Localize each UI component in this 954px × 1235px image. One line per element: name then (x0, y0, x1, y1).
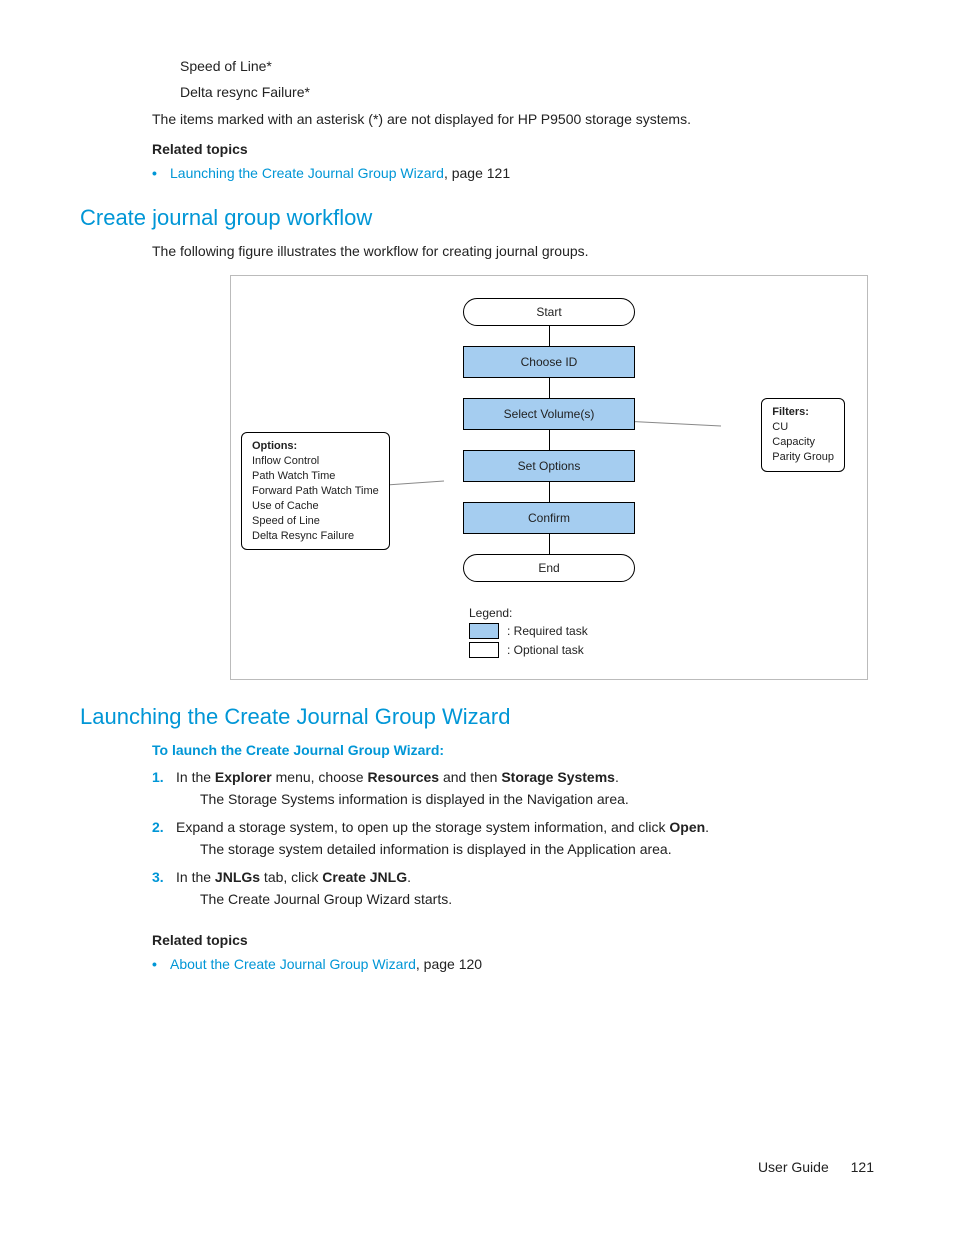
step-sub-text: The Storage Systems information is displ… (200, 789, 629, 809)
legend-optional-row: : Optional task (469, 642, 849, 658)
diagram-confirm-node: Confirm (463, 502, 635, 534)
related-page-ref-2: , page 120 (416, 956, 482, 972)
options-title: Options: (252, 439, 379, 454)
filters-line: Capacity (772, 435, 834, 450)
footer-label: User Guide (758, 1159, 829, 1175)
legend-required-swatch (469, 623, 499, 639)
diagram-select-volumes-node: Select Volume(s) (463, 398, 635, 430)
step-number: 1. (152, 769, 176, 785)
launch-subhead: To launch the Create Journal Group Wizar… (152, 740, 874, 760)
options-line: Speed of Line (252, 514, 379, 529)
step-text: Expand a storage system, to open up the … (176, 819, 709, 859)
diagram-connector (549, 534, 550, 554)
diagram-choose-id-node: Choose ID (463, 346, 635, 378)
diagram-connector (549, 430, 550, 450)
step-sub-text: The storage system detailed information … (200, 839, 709, 859)
workflow-diagram: Start Choose ID Select Volume(s) Set Opt… (230, 275, 868, 680)
launching-section-title: Launching the Create Journal Group Wizar… (80, 704, 874, 730)
options-line: Forward Path Watch Time (252, 484, 379, 499)
step-row: 3. In the JNLGs tab, click Create JNLG. … (152, 869, 874, 909)
step-text: In the Explorer menu, choose Resources a… (176, 769, 629, 809)
diagram-end-node: End (463, 554, 635, 582)
options-callout-box: Options: Inflow Control Path Watch Time … (241, 432, 390, 550)
step-number: 2. (152, 819, 176, 835)
step-row: 2. Expand a storage system, to open up t… (152, 819, 874, 859)
diagram-start-node: Start (463, 298, 635, 326)
bullet-icon: • (152, 165, 170, 181)
diagram-connector (549, 326, 550, 346)
related-page-ref-1: , page 121 (444, 165, 510, 181)
about-wizard-link[interactable]: About the Create Journal Group Wizard (170, 956, 416, 972)
filters-line: CU (772, 420, 834, 435)
related-topic-item: • Launching the Create Journal Group Wiz… (152, 165, 874, 181)
legend-label: Legend: (469, 606, 849, 620)
legend-required-text: : Required task (507, 624, 588, 638)
workflow-intro: The following figure illustrates the wor… (152, 241, 874, 261)
related-topic-item: • About the Create Journal Group Wizard,… (152, 956, 874, 972)
bullet-icon: • (152, 956, 170, 972)
options-line: Delta Resync Failure (252, 529, 379, 544)
step-text: In the JNLGs tab, click Create JNLG. The… (176, 869, 452, 909)
options-line: Use of Cache (252, 499, 379, 514)
options-line: Path Watch Time (252, 469, 379, 484)
step-sub-text: The Create Journal Group Wizard starts. (200, 889, 452, 909)
workflow-section-title: Create journal group workflow (80, 205, 874, 231)
legend-optional-swatch (469, 642, 499, 658)
diagram-legend: Legend: : Required task : Optional task (469, 606, 849, 658)
asterisk-note: The items marked with an asterisk (*) ar… (152, 109, 874, 129)
related-topics-heading-1: Related topics (152, 139, 874, 159)
footer-page-number: 121 (851, 1159, 874, 1175)
top-line-2: Delta resync Failure* (180, 82, 874, 102)
diagram-connector (549, 482, 550, 502)
options-line: Inflow Control (252, 454, 379, 469)
diagram-connector (549, 378, 550, 398)
top-line-1: Speed of Line* (180, 56, 874, 76)
legend-required-row: : Required task (469, 623, 849, 639)
launching-wizard-link[interactable]: Launching the Create Journal Group Wizar… (170, 165, 444, 181)
diagram-set-options-node: Set Options (463, 450, 635, 482)
step-row: 1. In the Explorer menu, choose Resource… (152, 769, 874, 809)
page-footer: User Guide 121 (758, 1159, 874, 1175)
legend-optional-text: : Optional task (507, 643, 584, 657)
filters-line: Parity Group (772, 450, 834, 465)
filters-callout-box: Filters: CU Capacity Parity Group (761, 398, 845, 471)
step-number: 3. (152, 869, 176, 885)
related-topics-heading-2: Related topics (152, 930, 874, 950)
filters-title: Filters: (772, 405, 834, 420)
